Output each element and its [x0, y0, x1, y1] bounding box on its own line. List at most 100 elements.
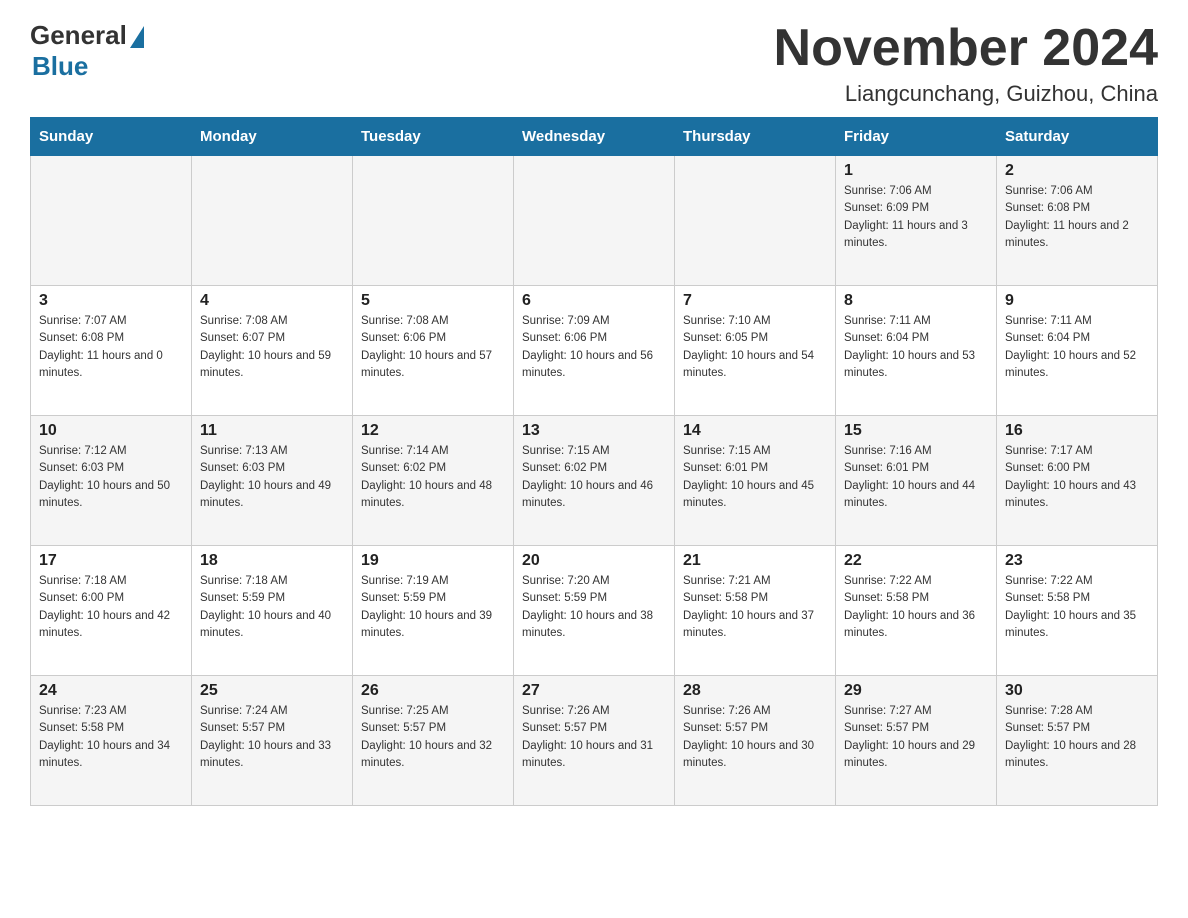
day-header-thursday: Thursday	[675, 118, 836, 156]
calendar-cell: 10 Sunrise: 7:12 AMSunset: 6:03 PMDayligh…	[31, 416, 192, 546]
calendar-cell	[192, 156, 353, 286]
day-info: Sunrise: 7:28 AMSunset: 5:57 PMDaylight:…	[1005, 703, 1149, 772]
logo-blue-text: Blue	[32, 51, 88, 82]
day-number: 6	[522, 292, 666, 310]
day-number: 26	[361, 682, 505, 700]
calendar-cell: 11 Sunrise: 7:13 AMSunset: 6:03 PMDayligh…	[192, 416, 353, 546]
day-number: 17	[39, 552, 183, 570]
day-number: 14	[683, 422, 827, 440]
day-info: Sunrise: 7:21 AMSunset: 5:58 PMDaylight:…	[683, 573, 827, 642]
day-number: 29	[844, 682, 988, 700]
calendar-cell: 14 Sunrise: 7:15 AMSunset: 6:01 PMDayligh…	[675, 416, 836, 546]
day-number: 2	[1005, 162, 1149, 180]
day-info: Sunrise: 7:23 AMSunset: 5:58 PMDaylight:…	[39, 703, 183, 772]
calendar-title: November 2024	[774, 20, 1158, 77]
calendar-cell: 13Sunrise: 7:15 AMSunset: 6:02 PMDayligh…	[514, 416, 675, 546]
calendar-cell: 8 Sunrise: 7:11 AMSunset: 6:04 PMDaylight…	[836, 286, 997, 416]
page-header: General Blue November 2024 Liangcunchang…	[30, 20, 1158, 107]
title-area: November 2024 Liangcunchang, Guizhou, Ch…	[774, 20, 1158, 107]
day-number: 7	[683, 292, 827, 310]
day-info: Sunrise: 7:19 AMSunset: 5:59 PMDaylight:…	[361, 573, 505, 642]
calendar-cell	[353, 156, 514, 286]
day-header-sunday: Sunday	[31, 118, 192, 156]
calendar-cell: 28 Sunrise: 7:26 AMSunset: 5:57 PMDayligh…	[675, 676, 836, 806]
calendar-cell: 15 Sunrise: 7:16 AMSunset: 6:01 PMDayligh…	[836, 416, 997, 546]
day-number: 5	[361, 292, 505, 310]
calendar-cell: 5 Sunrise: 7:08 AMSunset: 6:06 PMDaylight…	[353, 286, 514, 416]
calendar-week-row: 17 Sunrise: 7:18 AMSunset: 6:00 PMDayligh…	[31, 546, 1158, 676]
day-info: Sunrise: 7:27 AMSunset: 5:57 PMDaylight:…	[844, 703, 988, 772]
day-number: 23	[1005, 552, 1149, 570]
calendar-week-row: 24 Sunrise: 7:23 AMSunset: 5:58 PMDayligh…	[31, 676, 1158, 806]
day-number: 25	[200, 682, 344, 700]
day-number: 9	[1005, 292, 1149, 310]
calendar-cell: 9 Sunrise: 7:11 AMSunset: 6:04 PMDaylight…	[997, 286, 1158, 416]
day-number: 10	[39, 422, 183, 440]
calendar-cell	[31, 156, 192, 286]
calendar-cell: 1Sunrise: 7:06 AMSunset: 6:09 PMDaylight…	[836, 156, 997, 286]
day-info: Sunrise: 7:20 AMSunset: 5:59 PMDaylight:…	[522, 573, 666, 642]
calendar-cell: 12Sunrise: 7:14 AMSunset: 6:02 PMDayligh…	[353, 416, 514, 546]
day-number: 27	[522, 682, 666, 700]
day-info: Sunrise: 7:08 AMSunset: 6:06 PMDaylight:…	[361, 313, 505, 382]
day-info: Sunrise: 7:13 AMSunset: 6:03 PMDaylight:…	[200, 443, 344, 512]
calendar-cell: 29 Sunrise: 7:27 AMSunset: 5:57 PMDayligh…	[836, 676, 997, 806]
day-number: 12	[361, 422, 505, 440]
day-info: Sunrise: 7:11 AMSunset: 6:04 PMDaylight:…	[844, 313, 988, 382]
calendar-cell: 30 Sunrise: 7:28 AMSunset: 5:57 PMDayligh…	[997, 676, 1158, 806]
calendar-cell: 26 Sunrise: 7:25 AMSunset: 5:57 PMDayligh…	[353, 676, 514, 806]
day-number: 28	[683, 682, 827, 700]
day-info: Sunrise: 7:15 AMSunset: 6:01 PMDaylight:…	[683, 443, 827, 512]
logo-top: General	[30, 20, 144, 51]
day-header-wednesday: Wednesday	[514, 118, 675, 156]
calendar-cell: 17 Sunrise: 7:18 AMSunset: 6:00 PMDayligh…	[31, 546, 192, 676]
calendar-cell: 24 Sunrise: 7:23 AMSunset: 5:58 PMDayligh…	[31, 676, 192, 806]
day-info: Sunrise: 7:16 AMSunset: 6:01 PMDaylight:…	[844, 443, 988, 512]
day-number: 11	[200, 422, 344, 440]
day-number: 16	[1005, 422, 1149, 440]
day-info: Sunrise: 7:11 AMSunset: 6:04 PMDaylight:…	[1005, 313, 1149, 382]
day-info: Sunrise: 7:22 AMSunset: 5:58 PMDaylight:…	[844, 573, 988, 642]
day-number: 13	[522, 422, 666, 440]
calendar-cell	[675, 156, 836, 286]
day-number: 15	[844, 422, 988, 440]
calendar-week-row: 1Sunrise: 7:06 AMSunset: 6:09 PMDaylight…	[31, 156, 1158, 286]
calendar-cell: 22Sunrise: 7:22 AMSunset: 5:58 PMDayligh…	[836, 546, 997, 676]
day-number: 21	[683, 552, 827, 570]
day-info: Sunrise: 7:12 AMSunset: 6:03 PMDaylight:…	[39, 443, 183, 512]
day-info: Sunrise: 7:26 AMSunset: 5:57 PMDaylight:…	[683, 703, 827, 772]
calendar-cell: 25 Sunrise: 7:24 AMSunset: 5:57 PMDayligh…	[192, 676, 353, 806]
calendar-week-row: 10 Sunrise: 7:12 AMSunset: 6:03 PMDayligh…	[31, 416, 1158, 546]
day-number: 8	[844, 292, 988, 310]
day-number: 3	[39, 292, 183, 310]
calendar-cell: 3Sunrise: 7:07 AMSunset: 6:08 PMDaylight…	[31, 286, 192, 416]
day-number: 24	[39, 682, 183, 700]
day-number: 19	[361, 552, 505, 570]
calendar-cell: 2 Sunrise: 7:06 AMSunset: 6:08 PMDaylight…	[997, 156, 1158, 286]
day-info: Sunrise: 7:18 AMSunset: 5:59 PMDaylight:…	[200, 573, 344, 642]
day-number: 4	[200, 292, 344, 310]
day-header-saturday: Saturday	[997, 118, 1158, 156]
day-info: Sunrise: 7:17 AMSunset: 6:00 PMDaylight:…	[1005, 443, 1149, 512]
calendar-cell: 19 Sunrise: 7:19 AMSunset: 5:59 PMDayligh…	[353, 546, 514, 676]
day-info: Sunrise: 7:08 AMSunset: 6:07 PMDaylight:…	[200, 313, 344, 382]
logo: General Blue	[30, 20, 144, 82]
day-info: Sunrise: 7:10 AMSunset: 6:05 PMDaylight:…	[683, 313, 827, 382]
calendar-cell: 7 Sunrise: 7:10 AMSunset: 6:05 PMDaylight…	[675, 286, 836, 416]
day-info: Sunrise: 7:18 AMSunset: 6:00 PMDaylight:…	[39, 573, 183, 642]
day-info: Sunrise: 7:24 AMSunset: 5:57 PMDaylight:…	[200, 703, 344, 772]
calendar-cell: 6 Sunrise: 7:09 AMSunset: 6:06 PMDaylight…	[514, 286, 675, 416]
logo-triangle-icon	[130, 26, 144, 48]
day-number: 30	[1005, 682, 1149, 700]
day-number: 20	[522, 552, 666, 570]
calendar-week-row: 3Sunrise: 7:07 AMSunset: 6:08 PMDaylight…	[31, 286, 1158, 416]
calendar-cell: 4 Sunrise: 7:08 AMSunset: 6:07 PMDaylight…	[192, 286, 353, 416]
day-info: Sunrise: 7:22 AMSunset: 5:58 PMDaylight:…	[1005, 573, 1149, 642]
calendar-cell: 23 Sunrise: 7:22 AMSunset: 5:58 PMDayligh…	[997, 546, 1158, 676]
day-info: Sunrise: 7:09 AMSunset: 6:06 PMDaylight:…	[522, 313, 666, 382]
day-info: Sunrise: 7:26 AMSunset: 5:57 PMDaylight:…	[522, 703, 666, 772]
day-header-monday: Monday	[192, 118, 353, 156]
day-info: Sunrise: 7:06 AMSunset: 6:08 PMDaylight:…	[1005, 183, 1149, 252]
calendar-subtitle: Liangcunchang, Guizhou, China	[774, 81, 1158, 107]
day-info: Sunrise: 7:25 AMSunset: 5:57 PMDaylight:…	[361, 703, 505, 772]
